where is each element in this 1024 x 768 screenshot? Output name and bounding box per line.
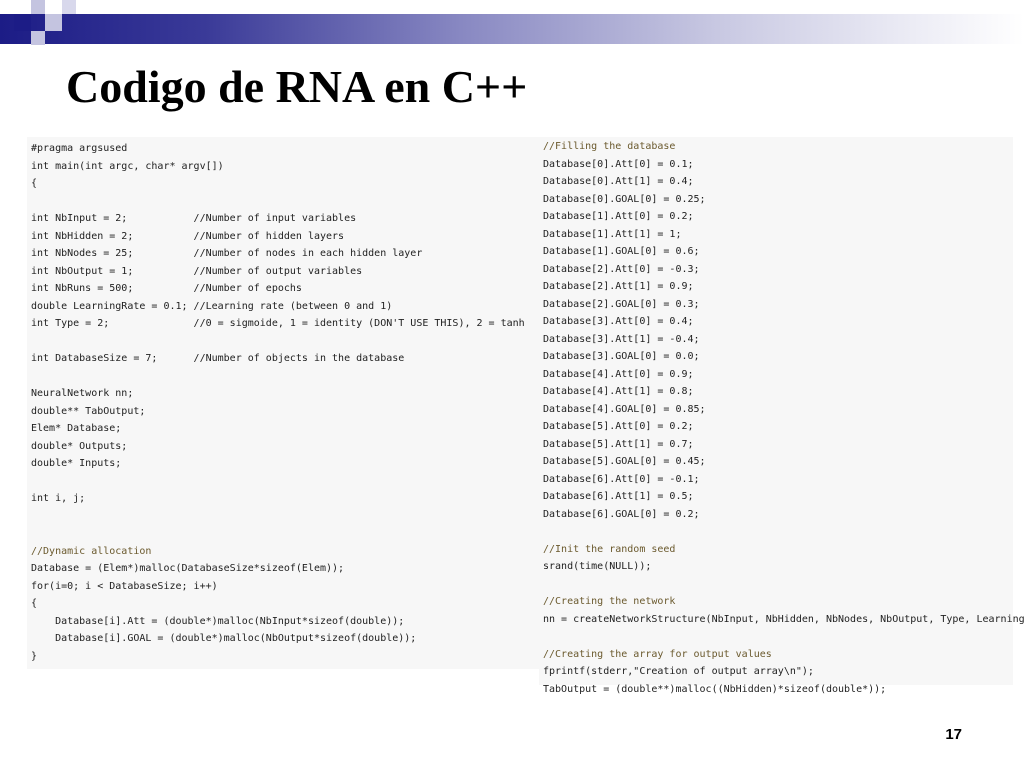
code-line: int NbOutput = 1; //Number of output var… <box>31 265 363 277</box>
code-line: Database[1].Att[0] = 0.2; <box>543 211 694 222</box>
code-line: int NbRuns = 500; //Number of epochs <box>31 283 302 294</box>
slide-title: Codigo de RNA en C++ <box>66 61 528 112</box>
code-line: //Init the random seed <box>543 543 676 555</box>
code-line: nn = createNetworkStructure(NbInput, NbH… <box>543 613 1024 625</box>
code-line: Database = (Elem*)malloc(DatabaseSize*si… <box>31 563 345 574</box>
code-line: int NbHidden = 2; //Number of hidden lay… <box>31 230 345 242</box>
code-line: Database[i].Att = (double*)malloc(NbInpu… <box>31 615 405 627</box>
code-line: Database[0].Att[0] = 0.1; <box>543 158 694 170</box>
code-line: Database[3].Att[0] = 0.4; <box>543 316 694 327</box>
code-line: Elem* Database; <box>31 423 122 434</box>
code-line: Database[3].Att[1] = -0.4; <box>543 333 700 345</box>
code-line: fprintf(stderr,"Creation of output array… <box>543 666 814 677</box>
code-line: //Creating the network <box>543 596 676 607</box>
code-line: Database[i].GOAL = (double*)malloc(NbOut… <box>31 633 417 644</box>
code-line: { <box>31 598 38 609</box>
code-line: Database[5].GOAL[0] = 0.45; <box>543 456 706 467</box>
code-line: int DatabaseSize = 7; //Number of object… <box>31 353 405 364</box>
code-line: Database[6].Att[0] = -0.1; <box>543 473 700 485</box>
code-line: Database[0].Att[1] = 0.4; <box>543 176 694 187</box>
code-line: int Type = 2; //0 = sigmoide, 1 = identi… <box>31 318 525 329</box>
code-panel-left: #pragma argsused int main(int argc, char*… <box>27 137 539 669</box>
code-line: double* Inputs; <box>31 458 122 469</box>
code-line: Database[4].GOAL[0] = 0.85; <box>543 403 706 415</box>
code-line: { <box>31 178 38 189</box>
code-line: Database[4].Att[0] = 0.9; <box>543 368 694 380</box>
code-line: //Filling the database <box>543 141 676 152</box>
header-gradient-band <box>0 14 1024 44</box>
code-line: Database[2].Att[1] = 0.9; <box>543 281 694 292</box>
code-line: TabOutput = (double**)malloc((NbHidden)*… <box>543 683 887 695</box>
code-line: NeuralNetwork nn; <box>31 388 134 399</box>
code-line: Database[6].GOAL[0] = 0.2; <box>543 508 700 520</box>
code-line: Database[2].Att[0] = -0.3; <box>543 263 700 275</box>
code-line: Database[1].GOAL[0] = 0.6; <box>543 246 700 257</box>
code-line: Database[5].Att[1] = 0.7; <box>543 438 694 450</box>
code-line: double LearningRate = 0.1; //Learning ra… <box>31 300 393 312</box>
code-line: int NbInput = 2; //Number of input varia… <box>31 213 357 224</box>
code-line: Database[0].GOAL[0] = 0.25; <box>543 193 706 205</box>
decorative-square-light <box>62 0 76 14</box>
code-line: Database[2].GOAL[0] = 0.3; <box>543 298 700 310</box>
code-line: double** TabOutput; <box>31 405 146 417</box>
decorative-square-light <box>45 14 62 31</box>
code-line: //Dynamic allocation <box>31 545 152 557</box>
code-line: int NbNodes = 25; //Number of nodes in e… <box>31 248 423 259</box>
page-number: 17 <box>945 726 962 743</box>
code-line: double* Outputs; <box>31 440 128 452</box>
code-line: Database[1].Att[1] = 1; <box>543 228 682 240</box>
code-line: Database[6].Att[1] = 0.5; <box>543 491 694 502</box>
code-line: Database[5].Att[0] = 0.2; <box>543 421 694 432</box>
code-line: //Creating the array for output values <box>543 648 772 660</box>
code-line: for(i=0; i < DatabaseSize; i++) <box>31 580 218 592</box>
code-line: } <box>31 650 38 662</box>
decorative-square-dark <box>14 14 31 31</box>
code-line: #pragma argsused <box>31 143 128 154</box>
code-line: Database[3].GOAL[0] = 0.0; <box>543 351 700 362</box>
code-panel-right: //Filling the database Database[0].Att[0]… <box>539 137 1024 695</box>
code-line: int i, j; <box>31 493 86 504</box>
decorative-square-light <box>31 31 45 45</box>
code-line: int main(int argc, char* argv[]) <box>31 160 224 172</box>
code-line: srand(time(NULL)); <box>543 561 652 572</box>
code-line: Database[4].Att[1] = 0.8; <box>543 386 694 397</box>
decorative-square-light <box>31 0 45 14</box>
